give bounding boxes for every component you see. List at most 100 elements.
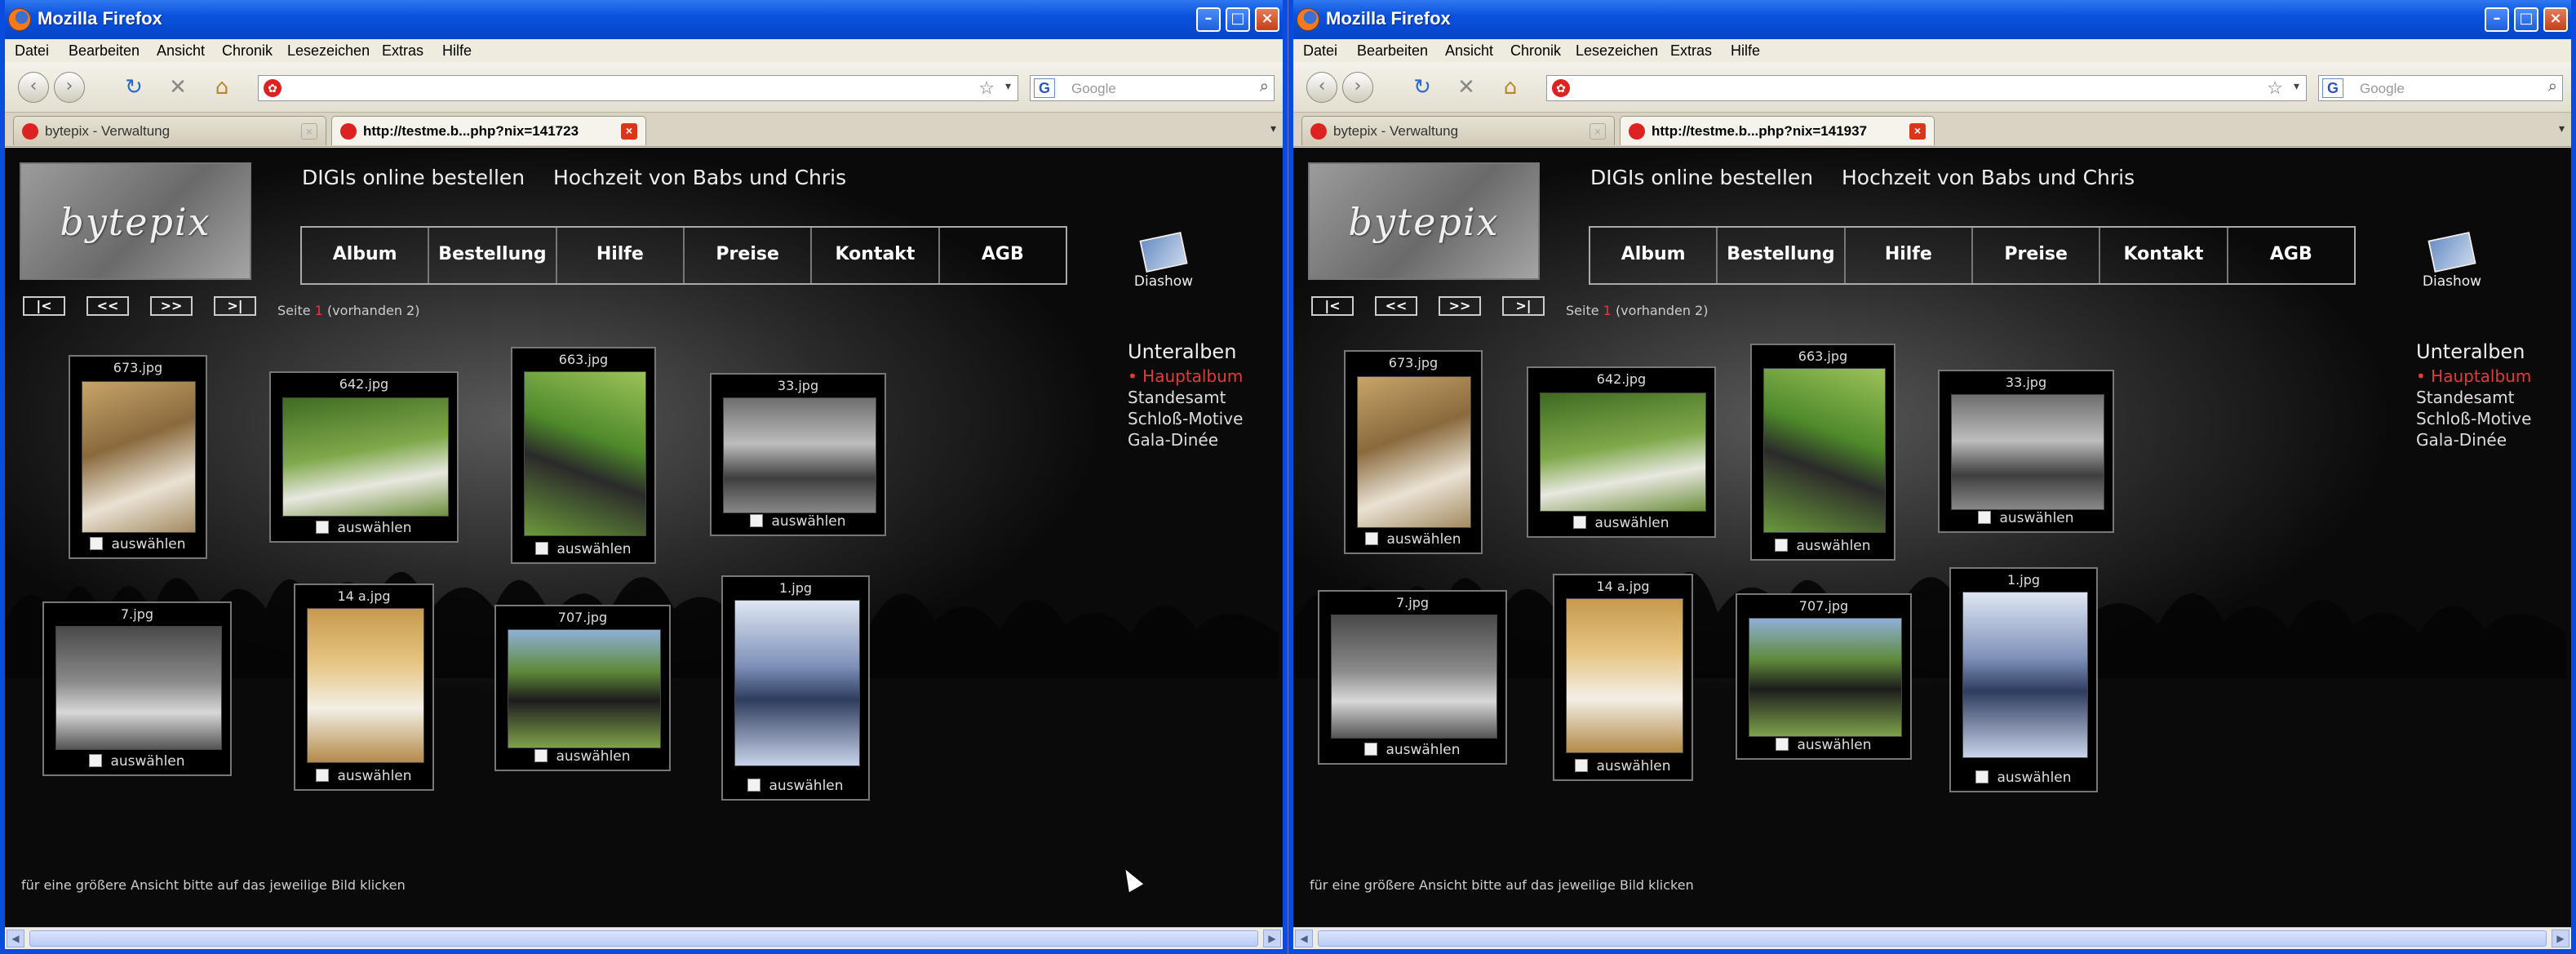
photo-thumbnail[interactable]: 33.jpg auswählen bbox=[1938, 370, 2114, 533]
select-checkbox[interactable]: auswählen bbox=[723, 778, 868, 794]
pager-last[interactable]: >| bbox=[1502, 296, 1545, 316]
photo-thumbnail[interactable]: 707.jpg auswählen bbox=[494, 605, 671, 771]
photo-thumbnail[interactable]: 663.jpg auswählen bbox=[1750, 344, 1895, 561]
photo-thumbnail[interactable]: 673.jpg auswählen bbox=[1344, 350, 1483, 554]
subalbum-hauptalbum[interactable]: • Hauptalbum bbox=[2416, 366, 2531, 386]
subalbum-gala-dinee[interactable]: Gala-Dinée bbox=[2416, 430, 2507, 450]
select-checkbox[interactable]: auswählen bbox=[1951, 770, 2096, 786]
tab-active-page[interactable]: http://testme.b...php?nix=141723 × bbox=[331, 116, 646, 145]
menu-lesezeichen[interactable]: Lesezeichen bbox=[1576, 42, 1658, 60]
subalbum-schloss-motive[interactable]: Schloß-Motive bbox=[1128, 409, 1243, 428]
scroll-right-icon[interactable]: ▶ bbox=[2552, 930, 2569, 947]
menu-bearbeiten[interactable]: Bearbeiten bbox=[1357, 42, 1428, 60]
nav-agb[interactable]: AGB bbox=[940, 228, 1066, 283]
select-checkbox[interactable]: auswählen bbox=[512, 541, 654, 557]
photo-image[interactable] bbox=[1331, 615, 1497, 739]
select-checkbox[interactable]: auswählen bbox=[1319, 742, 1505, 758]
photo-image[interactable] bbox=[508, 629, 661, 748]
menu-ansicht[interactable]: Ansicht bbox=[1445, 42, 1493, 60]
menu-datei[interactable]: Datei bbox=[15, 42, 49, 60]
photo-thumbnail[interactable]: 14 a.jpg auswählen bbox=[294, 583, 434, 791]
menu-chronik[interactable]: Chronik bbox=[1510, 42, 1561, 60]
nav-preise[interactable]: Preise bbox=[685, 228, 813, 283]
url-dropdown-icon[interactable]: ▾ bbox=[2294, 79, 2299, 93]
nav-kontakt[interactable]: Kontakt bbox=[812, 228, 940, 283]
nav-preise[interactable]: Preise bbox=[1973, 228, 2101, 283]
photo-image[interactable] bbox=[55, 626, 222, 750]
photo-thumbnail[interactable]: 1.jpg auswählen bbox=[721, 575, 870, 801]
photo-thumbnail[interactable]: 642.jpg auswählen bbox=[269, 371, 459, 543]
diashow-button[interactable]: Diashow bbox=[2418, 232, 2486, 290]
scrollbar-thumb[interactable] bbox=[29, 930, 1258, 947]
photo-thumbnail[interactable]: 7.jpg auswählen bbox=[1318, 590, 1507, 765]
google-engine-icon[interactable]: G bbox=[1034, 78, 1055, 98]
menu-extras[interactable]: Extras bbox=[382, 42, 423, 60]
search-icon[interactable]: ⌕ bbox=[2548, 78, 2557, 96]
photo-image[interactable] bbox=[1749, 618, 1902, 737]
bookmark-star-icon[interactable]: ☆ bbox=[2267, 78, 2283, 99]
close-icon[interactable]: × bbox=[2543, 7, 2568, 32]
url-dropdown-icon[interactable]: ▾ bbox=[1005, 79, 1011, 93]
photo-image[interactable] bbox=[282, 397, 449, 517]
nav-album[interactable]: Album bbox=[1590, 228, 1718, 283]
horizontal-scrollbar[interactable]: ◀ ▶ bbox=[5, 927, 1283, 949]
forward-icon[interactable]: › bbox=[54, 72, 85, 103]
search-field[interactable]: G Google ⌕ bbox=[1030, 75, 1275, 101]
pager-first[interactable]: |< bbox=[23, 296, 65, 316]
scroll-right-icon[interactable]: ▶ bbox=[1263, 930, 1281, 947]
nav-bestellung[interactable]: Bestellung bbox=[1718, 228, 1846, 283]
horizontal-scrollbar[interactable]: ◀ ▶ bbox=[1293, 927, 2571, 949]
tab-verwaltung[interactable]: bytepix - Verwaltung × bbox=[13, 116, 326, 145]
forward-icon[interactable]: › bbox=[1342, 72, 1373, 103]
select-checkbox[interactable]: auswählen bbox=[295, 768, 432, 784]
photo-image[interactable] bbox=[1763, 368, 1886, 533]
maximize-icon[interactable]: □ bbox=[2514, 7, 2538, 32]
photo-image[interactable] bbox=[524, 371, 646, 536]
photo-thumbnail[interactable]: 33.jpg auswählen bbox=[710, 373, 886, 536]
maximize-icon[interactable]: □ bbox=[1226, 7, 1250, 32]
link-digis-bestellen[interactable]: DIGIs online bestellen bbox=[302, 166, 525, 189]
nav-bestellung[interactable]: Bestellung bbox=[429, 228, 557, 283]
scroll-left-icon[interactable]: ◀ bbox=[1295, 930, 1313, 947]
photo-thumbnail[interactable]: 663.jpg auswählen bbox=[511, 347, 656, 564]
subalbum-hauptalbum[interactable]: • Hauptalbum bbox=[1128, 366, 1243, 386]
photo-image[interactable] bbox=[1962, 592, 2088, 758]
photo-image[interactable] bbox=[1566, 598, 1683, 753]
tab-close-icon[interactable]: × bbox=[1909, 123, 1926, 140]
tab-close-icon[interactable]: × bbox=[1589, 123, 1606, 140]
menu-hilfe[interactable]: Hilfe bbox=[1731, 42, 1760, 60]
pager-prev[interactable]: << bbox=[1375, 296, 1417, 316]
subalbum-standesamt[interactable]: Standesamt bbox=[2416, 388, 2514, 407]
pager-prev[interactable]: << bbox=[86, 296, 129, 316]
photo-image[interactable] bbox=[734, 600, 860, 766]
scrollbar-thumb[interactable] bbox=[1318, 930, 2547, 947]
stop-icon[interactable]: ✕ bbox=[165, 75, 191, 101]
pager-first[interactable]: |< bbox=[1311, 296, 1354, 316]
search-field[interactable]: G Google ⌕ bbox=[2318, 75, 2563, 101]
photo-thumbnail[interactable]: 1.jpg auswählen bbox=[1949, 567, 2098, 792]
minimize-icon[interactable]: – bbox=[1196, 7, 1221, 32]
google-engine-icon[interactable]: G bbox=[2322, 78, 2343, 98]
photo-thumbnail[interactable]: 673.jpg auswählen bbox=[69, 355, 207, 559]
back-icon[interactable]: ‹ bbox=[1306, 72, 1337, 103]
photo-image[interactable] bbox=[723, 397, 876, 513]
select-checkbox[interactable]: auswählen bbox=[496, 748, 669, 765]
url-bar[interactable]: ✿ ☆ ▾ bbox=[1546, 75, 2307, 101]
reload-icon[interactable]: ↻ bbox=[121, 75, 147, 101]
minimize-icon[interactable]: – bbox=[2485, 7, 2509, 32]
tab-list-icon[interactable]: ▾ bbox=[2559, 122, 2565, 135]
search-icon[interactable]: ⌕ bbox=[1260, 78, 1269, 96]
tab-close-icon[interactable]: × bbox=[301, 123, 317, 140]
menu-extras[interactable]: Extras bbox=[1670, 42, 1712, 60]
subalbum-gala-dinee[interactable]: Gala-Dinée bbox=[1128, 430, 1218, 450]
tab-active-page[interactable]: http://testme.b...php?nix=141937 × bbox=[1620, 116, 1935, 145]
home-icon[interactable]: ⌂ bbox=[209, 75, 235, 101]
menu-hilfe[interactable]: Hilfe bbox=[442, 42, 472, 60]
menu-ansicht[interactable]: Ansicht bbox=[157, 42, 205, 60]
tab-close-icon[interactable]: × bbox=[621, 123, 637, 140]
site-logo[interactable]: bytepix bbox=[20, 162, 251, 280]
photo-thumbnail[interactable]: 707.jpg auswählen bbox=[1736, 593, 1912, 760]
link-digis-bestellen[interactable]: DIGIs online bestellen bbox=[1590, 166, 1813, 189]
select-checkbox[interactable]: auswählen bbox=[1940, 510, 2113, 526]
select-checkbox[interactable]: auswählen bbox=[712, 513, 885, 530]
